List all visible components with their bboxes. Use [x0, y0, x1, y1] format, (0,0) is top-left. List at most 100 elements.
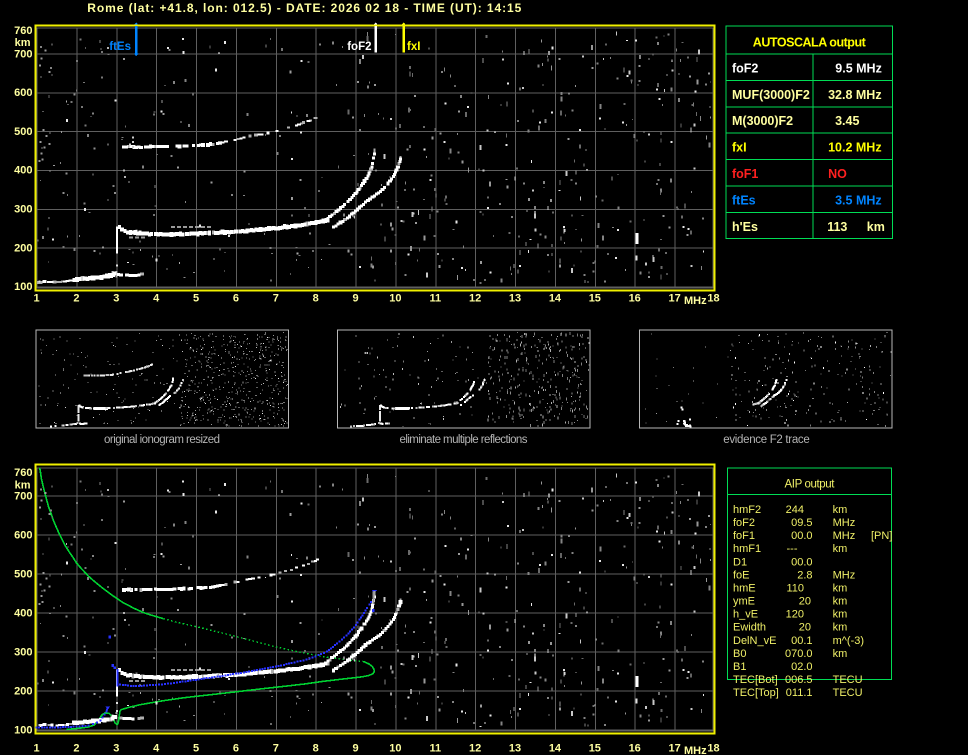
- svg-text:700: 700: [14, 491, 32, 503]
- svg-text:MHz: MHz: [833, 517, 856, 529]
- svg-text:km: km: [833, 648, 848, 660]
- svg-text:B0: B0: [733, 648, 746, 660]
- svg-text:15: 15: [589, 293, 601, 305]
- svg-text:500: 500: [14, 126, 32, 138]
- svg-text:km: km: [833, 504, 848, 516]
- svg-text:120: 120: [786, 609, 804, 621]
- svg-text:foE: foE: [733, 569, 750, 581]
- svg-text:18: 18: [707, 293, 719, 305]
- svg-text:9: 9: [352, 293, 358, 305]
- svg-text:15: 15: [589, 743, 601, 755]
- svg-text:Ewidth: Ewidth: [733, 622, 766, 634]
- svg-text:11: 11: [429, 743, 441, 755]
- svg-text:00.0: 00.0: [791, 556, 812, 568]
- svg-text:hmF2: hmF2: [733, 504, 761, 516]
- svg-text:700: 700: [14, 48, 32, 60]
- svg-text:9: 9: [352, 743, 358, 755]
- svg-text:7: 7: [273, 743, 279, 755]
- svg-text:5: 5: [193, 743, 199, 755]
- svg-text:h'Es: h'Es: [732, 220, 758, 234]
- svg-text:TEC[Top]: TEC[Top]: [733, 687, 779, 699]
- svg-text:TEC[Bot]: TEC[Bot]: [733, 674, 778, 686]
- svg-text:original ionogram resized: original ionogram resized: [104, 434, 220, 446]
- svg-text:km: km: [15, 479, 31, 491]
- svg-text:10: 10: [389, 293, 401, 305]
- svg-text:foF1: foF1: [733, 530, 755, 542]
- svg-text:300: 300: [14, 204, 32, 216]
- svg-text:200: 200: [14, 242, 32, 254]
- svg-text:Rome (lat: +41.8, lon: 012.5): Rome (lat: +41.8, lon: 012.5) - DATE: 20…: [87, 1, 521, 15]
- svg-text:8: 8: [313, 743, 319, 755]
- svg-text:D1: D1: [733, 556, 747, 568]
- svg-text:006.5: 006.5: [785, 674, 813, 686]
- svg-text:070.0: 070.0: [785, 648, 813, 660]
- svg-text:02.0: 02.0: [791, 661, 812, 673]
- svg-text:16: 16: [629, 743, 641, 755]
- svg-text:12: 12: [469, 293, 481, 305]
- svg-text:ftEs: ftEs: [109, 41, 131, 53]
- svg-text:13: 13: [509, 743, 521, 755]
- svg-text:4: 4: [153, 293, 160, 305]
- svg-text:2: 2: [73, 293, 79, 305]
- svg-text:1: 1: [33, 293, 39, 305]
- svg-text:100: 100: [14, 725, 32, 737]
- svg-text:400: 400: [14, 165, 32, 177]
- svg-text:8: 8: [313, 293, 319, 305]
- svg-text:MUF(3000)F2: MUF(3000)F2: [732, 88, 810, 102]
- svg-text:MHz: MHz: [684, 295, 707, 307]
- svg-text:---: ---: [787, 543, 798, 555]
- svg-text:600: 600: [14, 87, 32, 99]
- svg-text:km: km: [833, 622, 848, 634]
- svg-text:foF2: foF2: [732, 61, 758, 75]
- svg-text:km: km: [833, 596, 848, 608]
- svg-text:TECU: TECU: [833, 674, 863, 686]
- svg-text:TECU: TECU: [833, 687, 863, 699]
- svg-text:113: 113: [827, 220, 847, 234]
- svg-text:MHz: MHz: [684, 745, 707, 755]
- svg-text:17: 17: [668, 293, 680, 305]
- svg-text:00.1: 00.1: [791, 635, 812, 647]
- svg-text:MHz: MHz: [833, 530, 856, 542]
- svg-text:244: 244: [786, 504, 804, 516]
- svg-text:hmE: hmE: [733, 582, 756, 594]
- svg-text:foF2: foF2: [733, 517, 755, 529]
- svg-text:ymE: ymE: [733, 596, 755, 608]
- svg-text:09.5: 09.5: [791, 517, 812, 529]
- svg-text:10.2 MHz: 10.2 MHz: [828, 141, 882, 155]
- svg-text:3.45: 3.45: [835, 114, 859, 128]
- svg-text:14: 14: [549, 293, 562, 305]
- svg-text:1: 1: [33, 743, 39, 755]
- svg-text:4: 4: [153, 743, 160, 755]
- svg-text:7: 7: [273, 293, 279, 305]
- svg-text:fxI: fxI: [732, 141, 747, 155]
- svg-text:20: 20: [799, 622, 811, 634]
- svg-text:17: 17: [668, 743, 680, 755]
- svg-text:300: 300: [14, 647, 32, 659]
- svg-text:km: km: [833, 543, 848, 555]
- svg-text:km: km: [833, 582, 848, 594]
- svg-text:h_vE: h_vE: [733, 609, 758, 621]
- svg-text:200: 200: [14, 686, 32, 698]
- svg-text:3: 3: [113, 743, 119, 755]
- svg-text:eliminate multiple reflections: eliminate multiple reflections: [400, 434, 528, 446]
- svg-text:16: 16: [629, 293, 641, 305]
- svg-text:2: 2: [73, 743, 79, 755]
- svg-text:km: km: [833, 609, 848, 621]
- svg-text:3.5 MHz: 3.5 MHz: [835, 193, 882, 207]
- svg-text:20: 20: [799, 596, 811, 608]
- svg-text:foF2: foF2: [347, 41, 371, 53]
- svg-text:10: 10: [389, 743, 401, 755]
- svg-text:M(3000)F2: M(3000)F2: [732, 114, 793, 128]
- svg-text:760: 760: [14, 25, 32, 37]
- svg-text:14: 14: [549, 743, 562, 755]
- svg-text:DelN_vE: DelN_vE: [733, 635, 776, 647]
- svg-text:5: 5: [193, 293, 199, 305]
- svg-text:B1: B1: [733, 661, 746, 673]
- svg-text:9.5 MHz: 9.5 MHz: [835, 61, 882, 75]
- svg-text:hmF1: hmF1: [733, 543, 761, 555]
- svg-text:110: 110: [786, 582, 804, 594]
- svg-text:100: 100: [14, 281, 32, 293]
- svg-text:AUTOSCALA output: AUTOSCALA output: [753, 36, 867, 50]
- svg-text:foF1: foF1: [732, 167, 758, 181]
- svg-text:[PN]: [PN]: [871, 530, 892, 542]
